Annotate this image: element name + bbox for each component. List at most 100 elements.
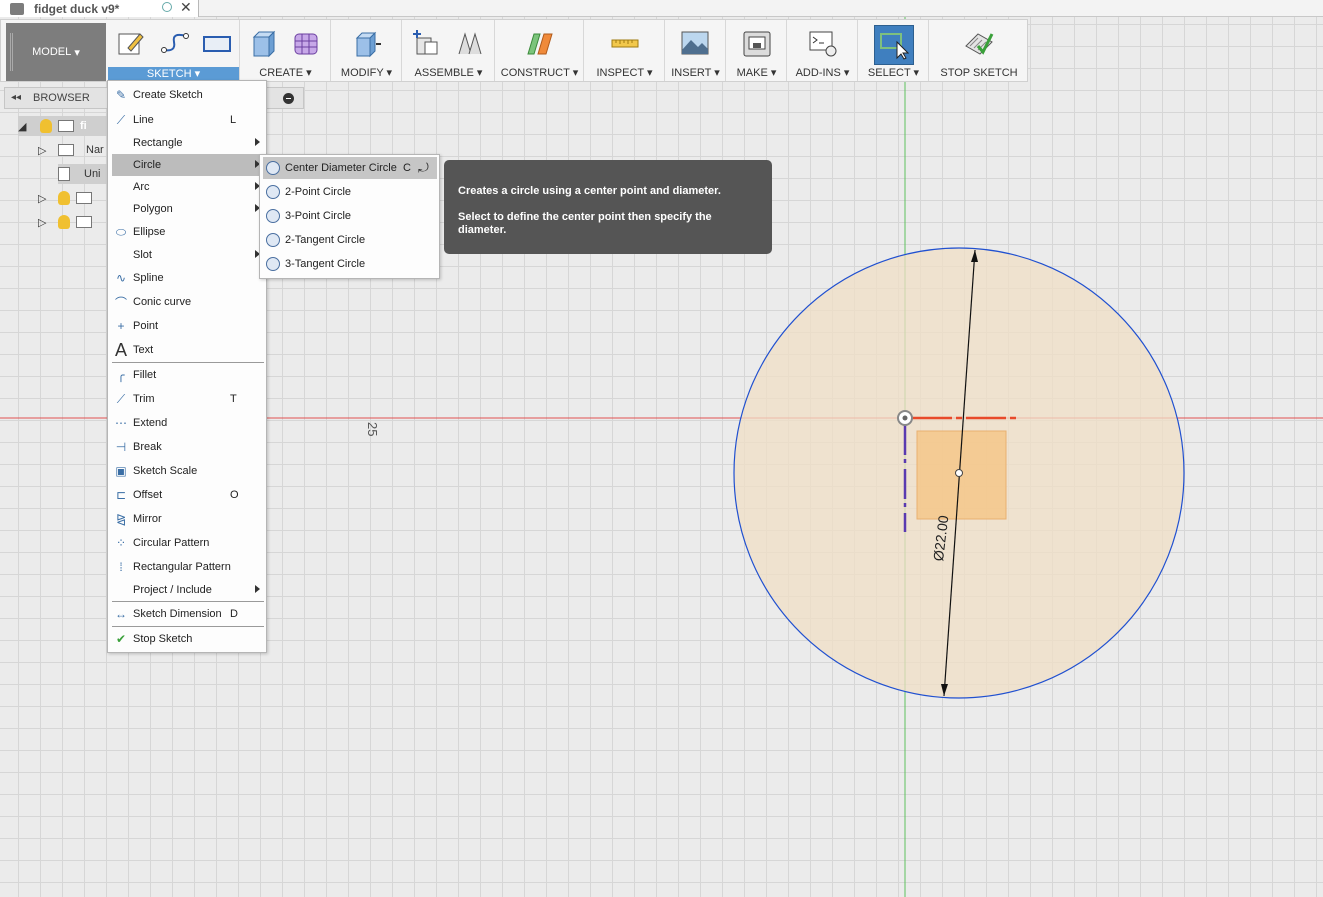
sketch-scale-icon: ▣	[115, 464, 127, 478]
menu-item-ellipse[interactable]: ⬭ Ellipse	[112, 221, 264, 243]
shortcut-key: C	[403, 162, 411, 174]
rectangle-tool-icon[interactable]	[202, 28, 232, 58]
stop-sketch-icon[interactable]	[964, 28, 994, 58]
browser-row-units[interactable]: Uni	[58, 164, 108, 184]
submenu-item-3-tangent-circle[interactable]: 3-Tangent Circle	[263, 253, 437, 275]
menu-item-sketch-scale[interactable]: ▣ Sketch Scale	[112, 460, 264, 482]
assemble-group[interactable]: ASSEMBLE ▾	[403, 20, 495, 81]
menu-item-break[interactable]: ⊣ Break	[112, 436, 264, 458]
submenu-item-2-point-circle[interactable]: 2-Point Circle	[263, 181, 437, 203]
menu-item-text[interactable]: A Text	[112, 339, 264, 361]
create-group-label: CREATE	[259, 67, 304, 79]
menu-item-arc[interactable]: Arc	[112, 176, 264, 198]
menu-item-rectangle[interactable]: Rectangle	[112, 132, 264, 154]
menu-item-project-include[interactable]: Project / Include	[112, 579, 264, 601]
measure-icon[interactable]	[610, 28, 640, 58]
sketch-profile	[916, 430, 1007, 520]
visibility-bulb-icon[interactable]	[40, 119, 52, 133]
menu-item-spline[interactable]: ∿ Spline	[112, 267, 264, 289]
make-group-label: MAKE	[736, 67, 768, 79]
visibility-bulb-icon[interactable]	[58, 215, 70, 229]
menu-item-sketch-dimension[interactable]: ↔ Sketch Dimension D	[112, 603, 264, 625]
submenu-item-3-point-circle[interactable]: 3-Point Circle	[263, 205, 437, 227]
construct-group[interactable]: CONSTRUCT ▾	[496, 20, 584, 81]
line-tool-icon[interactable]	[160, 28, 190, 58]
sketch-circle[interactable]	[733, 247, 1185, 699]
modify-group[interactable]: MODIFY ▾	[332, 20, 402, 81]
minimize-icon[interactable]	[283, 93, 294, 104]
collapse-icon[interactable]: ◂◂	[11, 92, 21, 103]
menu-item-mirror[interactable]: ⧎ Mirror	[112, 508, 264, 530]
menu-item-rectangular-pattern[interactable]: ⁞ Rectangular Pattern	[112, 556, 264, 578]
collapsed-triangle-icon[interactable]: ▷	[38, 144, 52, 157]
close-tab-icon[interactable]: ✕	[180, 0, 192, 16]
fillet-icon: ╭	[117, 368, 125, 382]
box-icon[interactable]	[249, 28, 279, 58]
image-icon[interactable]	[680, 28, 710, 58]
menu-item-slot[interactable]: Slot	[112, 244, 264, 266]
shortcut-key: O	[230, 489, 239, 501]
workspace-label: MODEL	[32, 46, 72, 58]
collapsed-triangle-icon[interactable]: ▷	[38, 216, 52, 229]
browser-row-folder-2[interactable]: ▷	[38, 212, 108, 232]
menu-item-conic-curve[interactable]: ⌒ Conic curve	[112, 291, 264, 313]
menu-item-line[interactable]: ⟋ Line L	[112, 109, 264, 131]
press-pull-icon[interactable]	[352, 28, 382, 58]
inspect-group[interactable]: INSPECT ▾	[585, 20, 665, 81]
diameter-dimension-line[interactable]	[943, 249, 976, 697]
origin-point[interactable]	[897, 410, 913, 426]
menu-item-create-sketch[interactable]: ✎ Create Sketch	[112, 84, 264, 106]
center-point[interactable]	[955, 469, 963, 477]
visibility-bulb-icon[interactable]	[58, 191, 70, 205]
expanded-triangle-icon[interactable]: ◢	[18, 120, 32, 133]
insert-group[interactable]: INSERT ▾	[666, 20, 726, 81]
browser-row-folder-1[interactable]: ▷	[38, 188, 108, 208]
plane-icon[interactable]	[525, 28, 555, 58]
browser-row-label: Uni	[84, 168, 101, 180]
menu-item-circular-pattern[interactable]: ⁘ Circular Pattern	[112, 532, 264, 554]
select-group[interactable]: SELECT ▾	[859, 20, 929, 81]
workspace-switcher[interactable]: MODEL ▾	[6, 23, 106, 81]
stop-sketch-group[interactable]: STOP SKETCH	[930, 20, 1028, 81]
three-point-circle-icon	[266, 209, 280, 223]
create-sketch-icon[interactable]	[116, 28, 146, 58]
submenu-item-2-tangent-circle[interactable]: 2-Tangent Circle	[263, 229, 437, 251]
root-component-label: fi	[80, 120, 87, 132]
submenu-item-center-diameter-circle[interactable]: Center Diameter Circle C ⤾	[263, 157, 437, 179]
make-group[interactable]: MAKE ▾	[727, 20, 787, 81]
browser-row-named-views[interactable]: ▷ Nar	[38, 140, 108, 160]
three-tangent-circle-icon	[266, 257, 280, 271]
sketch-dropdown-menu: ✎ Create Sketch ⟋ Line L Rectangle Circle A…	[107, 80, 267, 653]
menu-item-circle[interactable]: Circle	[112, 154, 264, 176]
menu-item-extend[interactable]: ⋯ Extend	[112, 412, 264, 434]
new-component-icon[interactable]	[411, 28, 441, 58]
browser-root-row[interactable]: ◢ fi	[18, 116, 108, 136]
form-icon[interactable]	[291, 28, 321, 58]
text-icon: A	[114, 339, 127, 360]
document-tab[interactable]: fidget duck v9* ✕	[0, 0, 199, 17]
browser-title: BROWSER	[33, 92, 90, 104]
menu-item-offset[interactable]: ⊏ Offset O	[112, 484, 264, 506]
sketch-group[interactable]: SKETCH ▾	[108, 20, 240, 81]
menu-item-polygon[interactable]: Polygon	[112, 198, 264, 220]
rectangular-pattern-icon: ⁞	[119, 560, 123, 574]
folder-icon	[76, 216, 92, 228]
command-tooltip: Creates a circle using a center point an…	[444, 160, 772, 254]
menu-item-stop-sketch[interactable]: ✔ Stop Sketch	[112, 628, 264, 650]
add-ins-group[interactable]: ADD-INS ▾	[788, 20, 858, 81]
menu-separator	[112, 362, 264, 363]
printer-icon[interactable]	[742, 28, 772, 58]
joint-icon[interactable]	[455, 28, 485, 58]
document-settings-icon	[58, 167, 70, 181]
menu-item-trim[interactable]: ⟋ Trim T	[112, 388, 264, 410]
create-group[interactable]: CREATE ▾	[241, 20, 331, 81]
dimension-icon: ↔	[115, 607, 127, 621]
select-icon[interactable]	[879, 30, 909, 60]
menu-item-fillet[interactable]: ╭ Fillet	[112, 364, 264, 386]
scripts-icon[interactable]	[808, 28, 838, 58]
menu-item-point[interactable]: + Point	[112, 315, 264, 337]
folder-icon	[76, 192, 92, 204]
shortcut-key: T	[230, 393, 237, 405]
collapsed-triangle-icon[interactable]: ▷	[38, 192, 52, 205]
diameter-dimension-text[interactable]: Ø22.00	[930, 514, 951, 562]
